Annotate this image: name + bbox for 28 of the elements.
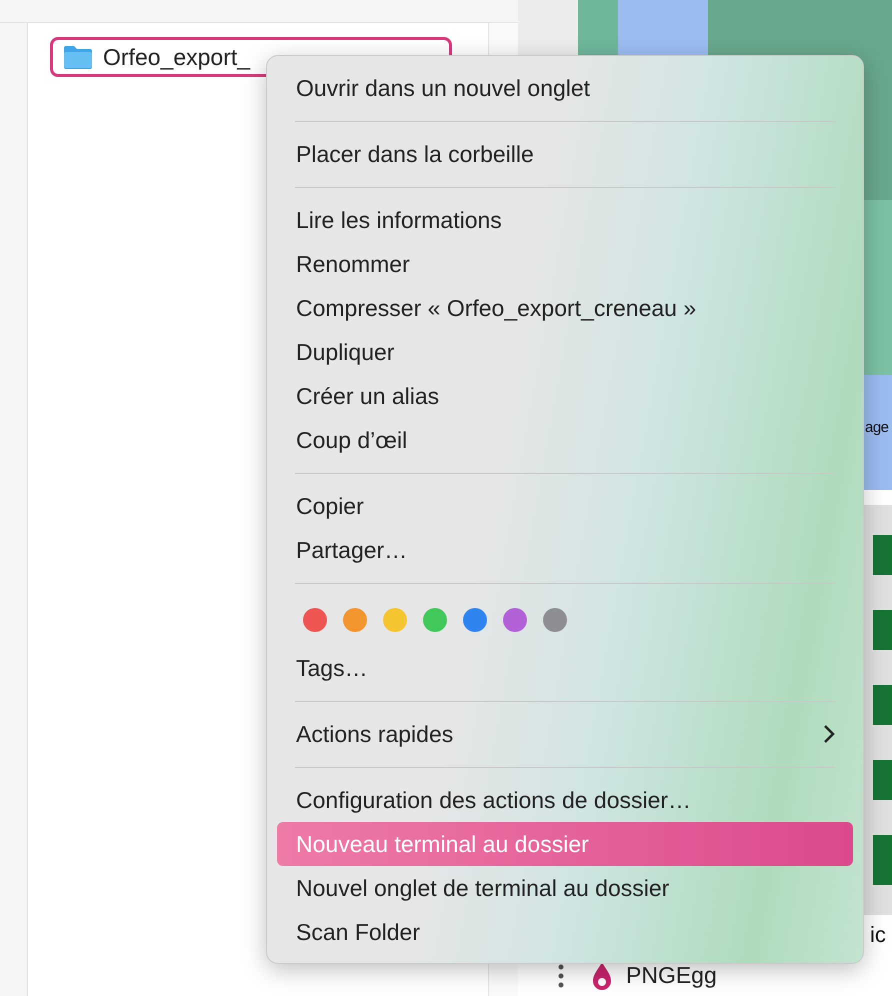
menu-item[interactable]: Tags… [277, 646, 853, 690]
tag-color-dot[interactable] [543, 608, 567, 632]
tag-color-dot[interactable] [503, 608, 527, 632]
menu-item[interactable]: Créer un alias [277, 374, 853, 418]
tag-color-dot[interactable] [383, 608, 407, 632]
menu-item[interactable]: Scan Folder [277, 910, 853, 954]
site-name[interactable]: PNGEgg [626, 962, 717, 989]
menu-item[interactable]: Actions rapides [277, 712, 853, 756]
menu-item[interactable]: Compresser « Orfeo_export_creneau » [277, 286, 853, 330]
image-caption: ic [870, 922, 886, 948]
menu-item[interactable]: Nouvel onglet de terminal au dossier [277, 866, 853, 910]
page-text: age [865, 419, 889, 436]
menu-item[interactable]: Configuration des actions de dossier… [277, 778, 853, 822]
menu-item[interactable]: Partager… [277, 528, 853, 572]
menu-item[interactable]: Renommer [277, 242, 853, 286]
tag-color-dot[interactable] [343, 608, 367, 632]
menu-item[interactable]: Coup d’œil [277, 418, 853, 462]
menu-item[interactable]: Copier [277, 484, 853, 528]
folder-icon [63, 45, 93, 69]
menu-item[interactable]: Placer dans la corbeille [277, 132, 853, 176]
chevron-icon [823, 724, 835, 744]
more-icon[interactable] [558, 964, 564, 988]
tag-color-dot[interactable] [463, 608, 487, 632]
menu-item[interactable]: Dupliquer [277, 330, 853, 374]
menu-item[interactable]: Lire les informations [277, 198, 853, 242]
tag-color-dot[interactable] [423, 608, 447, 632]
tag-color-dot[interactable] [303, 608, 327, 632]
folder-name: Orfeo_export_ [103, 44, 250, 70]
